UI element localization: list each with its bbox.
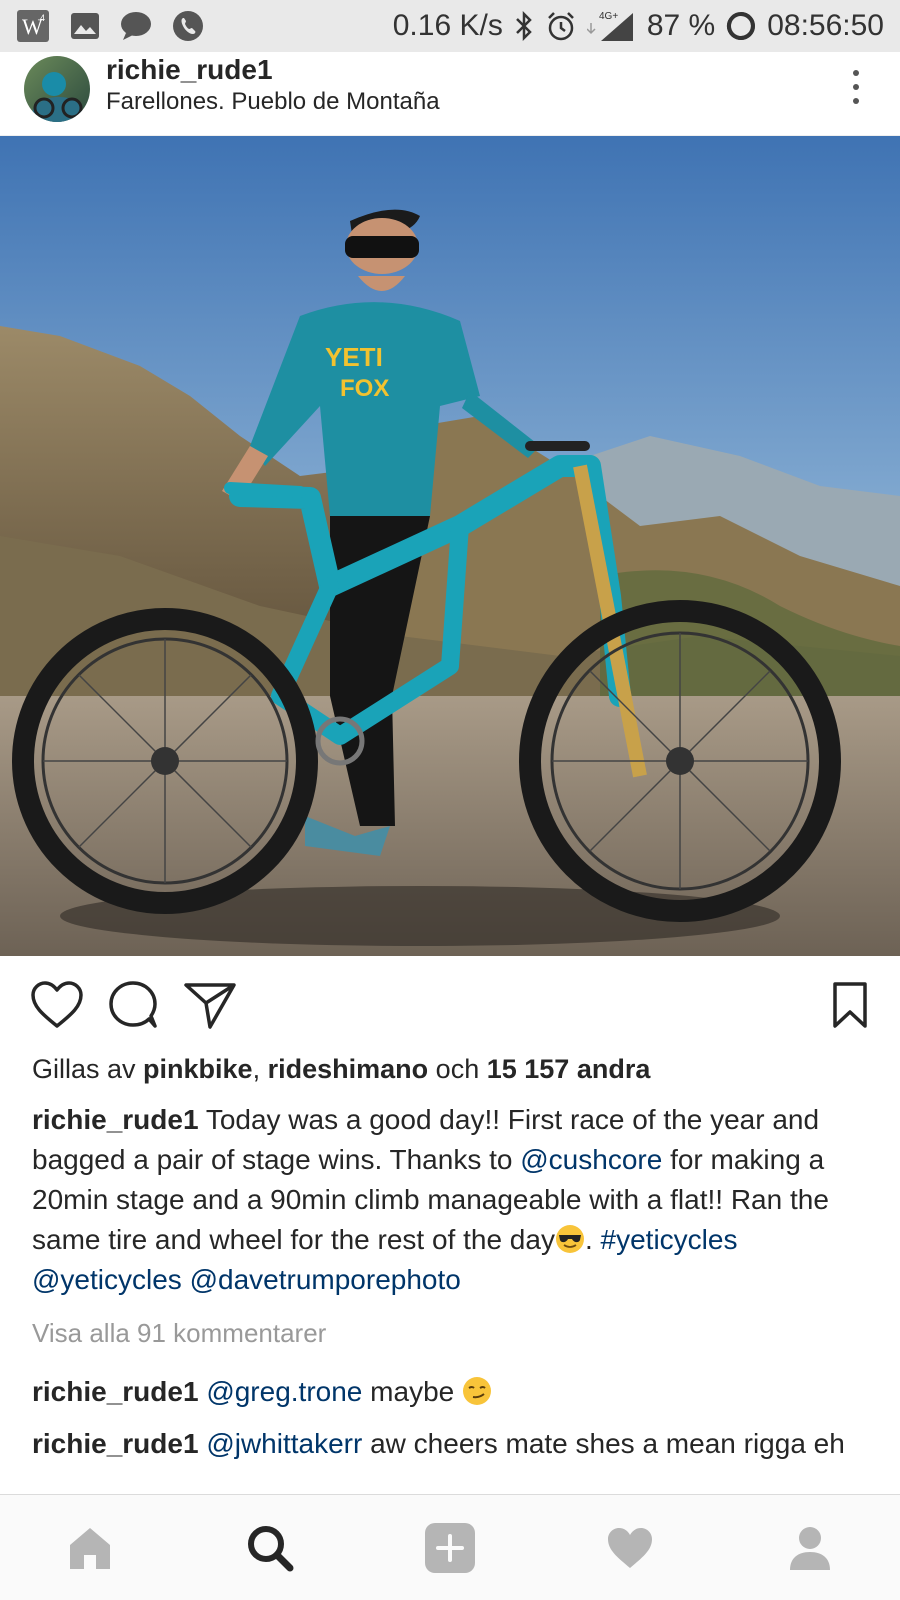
mention-davetrumporephoto[interactable]: @davetrumporephoto [190,1264,461,1295]
alarm-icon [545,10,577,42]
likes-conj: och [435,1054,480,1084]
battery-icon [725,10,757,42]
likes-summary[interactable]: Gillas av pinkbike, rideshimano och 15 1… [32,1054,650,1085]
post-location[interactable]: Farellones. Pueblo de Montaña [106,85,440,119]
share-icon[interactable] [182,979,238,1031]
bluetooth-icon [513,11,535,41]
bottom-navigation [0,1494,900,1600]
more-options-button[interactable] [836,57,876,117]
comment-username[interactable]: richie_rude1 [32,1428,199,1459]
sunglasses-emoji-icon [555,1225,584,1253]
add-icon[interactable] [405,1503,495,1593]
clock: 08:56:50 [767,9,884,42]
system-status: 0.16 K/s 4G+ 87 % 08:56:50 [393,9,884,43]
activity-icon[interactable] [585,1503,675,1593]
post-header: richie_rude1 Farellones. Pueblo de Monta… [0,52,900,136]
comment-text: maybe [370,1376,455,1407]
likes-count[interactable]: 15 157 andra [487,1054,651,1084]
post-username[interactable]: richie_rude1 [106,54,440,85]
post-caption: richie_rude1 Today was a good day!! Firs… [32,1100,882,1300]
more-dot [853,69,859,76]
caption-text: . [584,1224,593,1255]
profile-icon[interactable] [765,1503,855,1593]
comment-mention[interactable]: @jwhittakerr [206,1428,362,1459]
avatar[interactable] [24,55,90,122]
w-app-icon: W4 [16,9,50,43]
network-speed: 0.16 K/s [392,9,503,42]
more-dot [853,83,859,90]
search-icon[interactable] [225,1503,315,1593]
comment-username[interactable]: richie_rude1 [32,1376,199,1407]
svg-text:FOX: FOX [340,375,389,402]
home-icon[interactable] [45,1503,135,1593]
signal-icon: 4G+ [586,9,637,43]
svg-text:YETI: YETI [325,342,383,372]
svg-text:4G+: 4G+ [599,11,618,22]
more-dot [853,97,859,104]
post-photo-image: YETI FOX [0,136,900,956]
comment-text: aw cheers mate shes a mean rigga eh [370,1428,845,1459]
phone-icon [172,10,204,42]
chat-icon [120,11,152,41]
liker-pinkbike[interactable]: pinkbike [143,1054,253,1084]
post-header-text: richie_rude1 Farellones. Pueblo de Monta… [106,54,440,119]
heart-icon[interactable] [30,980,84,1030]
comment-icon[interactable] [106,979,160,1031]
likes-sep: , [252,1054,261,1084]
comment-item: richie_rude1 @jwhittakerr aw cheers mate… [32,1424,882,1464]
status-bar: W4 0.16 K/s 4G+ 87 % 08:56:50 [0,0,900,52]
notification-icons: W4 [16,9,204,43]
view-all-comments-link[interactable]: Visa alla 91 kommentarer [32,1318,326,1349]
comment-item: richie_rude1 @greg.trone maybe [32,1372,882,1412]
likes-prefix: Gillas av [32,1054,136,1084]
gallery-icon [70,12,100,40]
battery-level: 87 % [646,9,716,42]
post-actions [0,970,900,1040]
mention-cushcore[interactable]: @cushcore [520,1144,662,1175]
comment-mention[interactable]: @greg.trone [206,1376,362,1407]
bookmark-icon[interactable] [830,980,870,1030]
mention-yeticycles[interactable]: @yeticycles [32,1264,182,1295]
post-photo[interactable]: YETI FOX [0,136,900,956]
hashtag-yeticycles[interactable]: #yeticycles [601,1224,738,1255]
caption-username[interactable]: richie_rude1 [32,1104,199,1135]
smirk-emoji-icon [463,1377,491,1405]
liker-rideshimano[interactable]: rideshimano [268,1054,429,1084]
svg-text:4: 4 [40,13,45,23]
